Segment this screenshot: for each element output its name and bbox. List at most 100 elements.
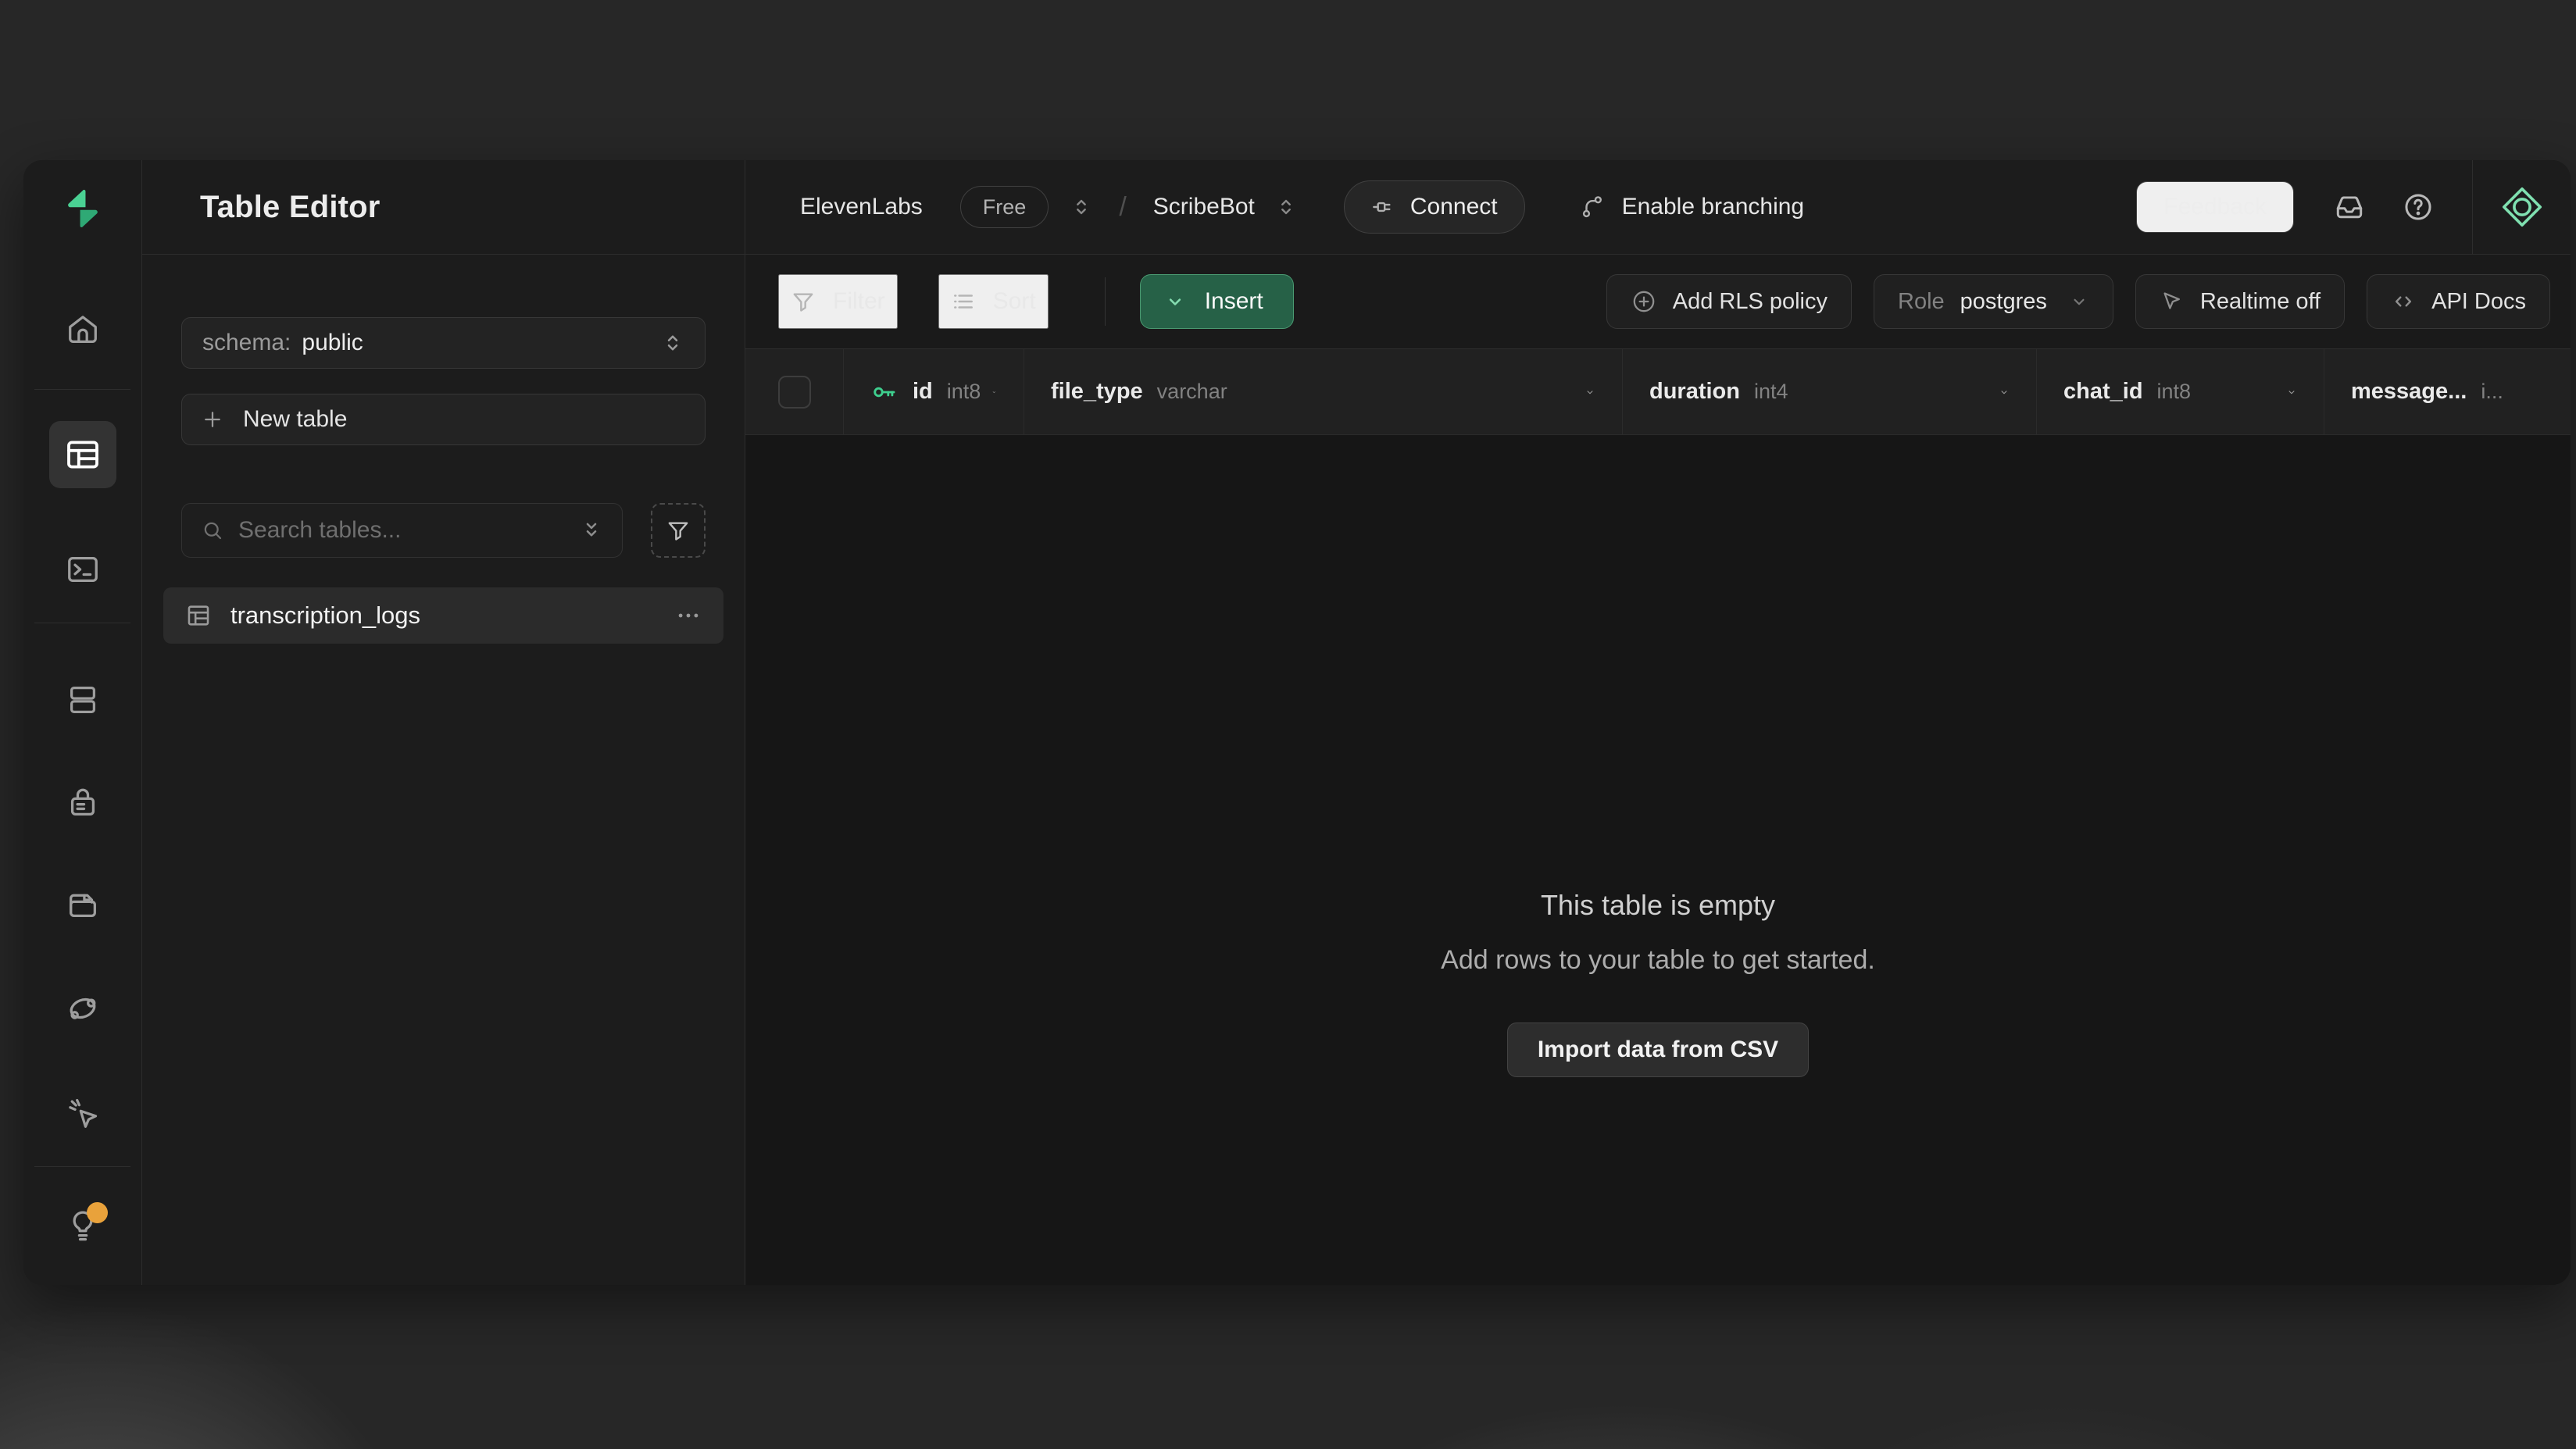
column-type: int8 <box>2157 380 2192 404</box>
breadcrumb-project[interactable]: ScribeBot <box>1153 194 1255 220</box>
chevron-updown-icon <box>661 331 684 355</box>
new-table-label: New table <box>243 406 347 433</box>
sidebar-item-database[interactable] <box>58 675 108 725</box>
column-name: file_type <box>1051 379 1143 405</box>
column-name: duration <box>1649 379 1740 405</box>
funnel-icon <box>666 518 691 543</box>
select-all-checkbox[interactable] <box>778 376 811 409</box>
toolbar-divider <box>1105 277 1106 326</box>
sidebar-item-storage[interactable] <box>58 879 108 929</box>
help-icon <box>2402 191 2435 223</box>
sort-label: Sort <box>993 288 1036 315</box>
insert-button[interactable]: Insert <box>1140 274 1294 329</box>
column-header-file-type[interactable]: file_type varchar <box>1024 349 1623 434</box>
branch-icon <box>1580 194 1606 220</box>
cursor-icon <box>2160 289 2185 314</box>
column-name: message... <box>2351 379 2467 405</box>
double-chevron-down-icon[interactable] <box>580 519 603 542</box>
role-value: postgres <box>1960 289 2047 315</box>
sidebar-body: schema: public New table <box>142 255 745 644</box>
plan-badge: Free <box>960 186 1049 228</box>
column-menu-icon[interactable] <box>1988 381 2010 403</box>
filter-label: Filter <box>833 288 885 315</box>
table-options-icon[interactable] <box>675 602 702 629</box>
column-header-duration[interactable]: duration int4 <box>1623 349 2037 434</box>
funnel-icon <box>791 289 816 314</box>
sidebar-item-whats-new[interactable] <box>58 1201 108 1251</box>
enable-branching-button[interactable]: Enable branching <box>1580 194 1805 220</box>
sidebar-header: Table Editor <box>142 160 745 255</box>
inbox-icon <box>2333 191 2366 223</box>
sidebar-item-table-editor[interactable] <box>49 421 116 488</box>
sql-editor-icon <box>65 551 101 587</box>
supabase-logo[interactable] <box>63 188 103 229</box>
new-table-button[interactable]: New table <box>181 394 706 445</box>
filter-tables-button[interactable] <box>651 503 706 558</box>
sort-list-icon <box>951 289 976 314</box>
column-menu-icon[interactable] <box>981 381 997 403</box>
api-docs-button[interactable]: API Docs <box>2367 274 2550 329</box>
chevron-down-icon <box>1164 291 1186 312</box>
sort-button[interactable]: Sort <box>938 274 1049 329</box>
sidebar-item-realtime[interactable] <box>58 983 108 1033</box>
primary-key-icon <box>870 378 899 406</box>
rail-divider <box>34 389 130 390</box>
schema-select[interactable]: schema: public <box>181 317 706 369</box>
topbar-right: Feedback <box>2136 160 2571 254</box>
add-rls-policy-button[interactable]: Add RLS policy <box>1606 274 1852 329</box>
column-name: id <box>913 379 933 405</box>
project-switcher-icon[interactable] <box>1275 196 1297 218</box>
code-icon <box>2391 289 2416 314</box>
lock-icon <box>65 784 101 820</box>
page-title: Table Editor <box>200 190 381 225</box>
storage-icon <box>65 886 101 922</box>
column-menu-icon[interactable] <box>1574 381 1595 403</box>
notifications-button[interactable] <box>2333 191 2366 223</box>
table-list-item-transcription-logs[interactable]: transcription_logs <box>163 587 723 644</box>
sidebar-item-home[interactable] <box>58 305 108 355</box>
search-tables-box <box>181 503 623 558</box>
app-window: Table Editor schema: public New table <box>23 160 2571 1285</box>
feedback-button[interactable]: Feedback <box>2136 181 2294 233</box>
search-icon <box>201 519 224 542</box>
breadcrumb-separator: / <box>1119 192 1126 223</box>
breadcrumb-org[interactable]: ElevenLabs <box>800 194 923 220</box>
rail-divider <box>34 1166 130 1167</box>
api-docs-label: API Docs <box>2431 289 2526 315</box>
main-area: ElevenLabs Free / ScribeBot Connect <box>745 160 2571 1285</box>
column-header-chat-id[interactable]: chat_id int8 <box>2037 349 2324 434</box>
account-section[interactable] <box>2472 160 2571 254</box>
column-type: i... <box>2481 380 2503 404</box>
top-bar: ElevenLabs Free / ScribeBot Connect <box>745 160 2571 255</box>
realtime-label: Realtime off <box>2200 289 2321 315</box>
column-type: varchar <box>1157 380 1227 404</box>
help-button[interactable] <box>2402 191 2435 223</box>
realtime-toggle-button[interactable]: Realtime off <box>2135 274 2345 329</box>
role-prefix: Role <box>1898 289 1945 315</box>
column-menu-icon[interactable] <box>2275 381 2297 403</box>
circle-plus-icon <box>1631 288 1657 315</box>
enable-branching-label: Enable branching <box>1622 194 1805 220</box>
home-icon <box>65 312 101 348</box>
advisors-icon <box>65 1095 101 1131</box>
column-type: int4 <box>1754 380 1788 404</box>
grid-body: This table is empty Add rows to your tab… <box>745 435 2571 1285</box>
role-select[interactable]: Role postgres <box>1874 274 2113 329</box>
sidebar-item-sql-editor[interactable] <box>58 544 108 594</box>
sidebar-item-advisors[interactable] <box>58 1088 108 1138</box>
org-switcher-icon[interactable] <box>1070 196 1092 218</box>
column-header-id[interactable]: id int8 <box>844 349 1024 434</box>
database-icon <box>65 682 101 718</box>
import-csv-label: Import data from CSV <box>1538 1037 1778 1063</box>
schema-select-label: schema: <box>202 330 291 356</box>
column-header-message[interactable]: message... i... <box>2324 349 2571 434</box>
sidebar-item-auth[interactable] <box>58 777 108 827</box>
import-csv-button[interactable]: Import data from CSV <box>1507 1023 1809 1077</box>
search-tables-input[interactable] <box>238 517 580 544</box>
filter-button[interactable]: Filter <box>778 274 898 329</box>
grid-toolbar: Filter Sort Insert <box>745 255 2571 349</box>
insert-label: Insert <box>1205 288 1263 315</box>
connect-button[interactable]: Connect <box>1344 180 1525 234</box>
empty-state-subtitle: Add rows to your table to get started. <box>1441 945 1875 976</box>
empty-state-title: This table is empty <box>1541 889 1775 922</box>
